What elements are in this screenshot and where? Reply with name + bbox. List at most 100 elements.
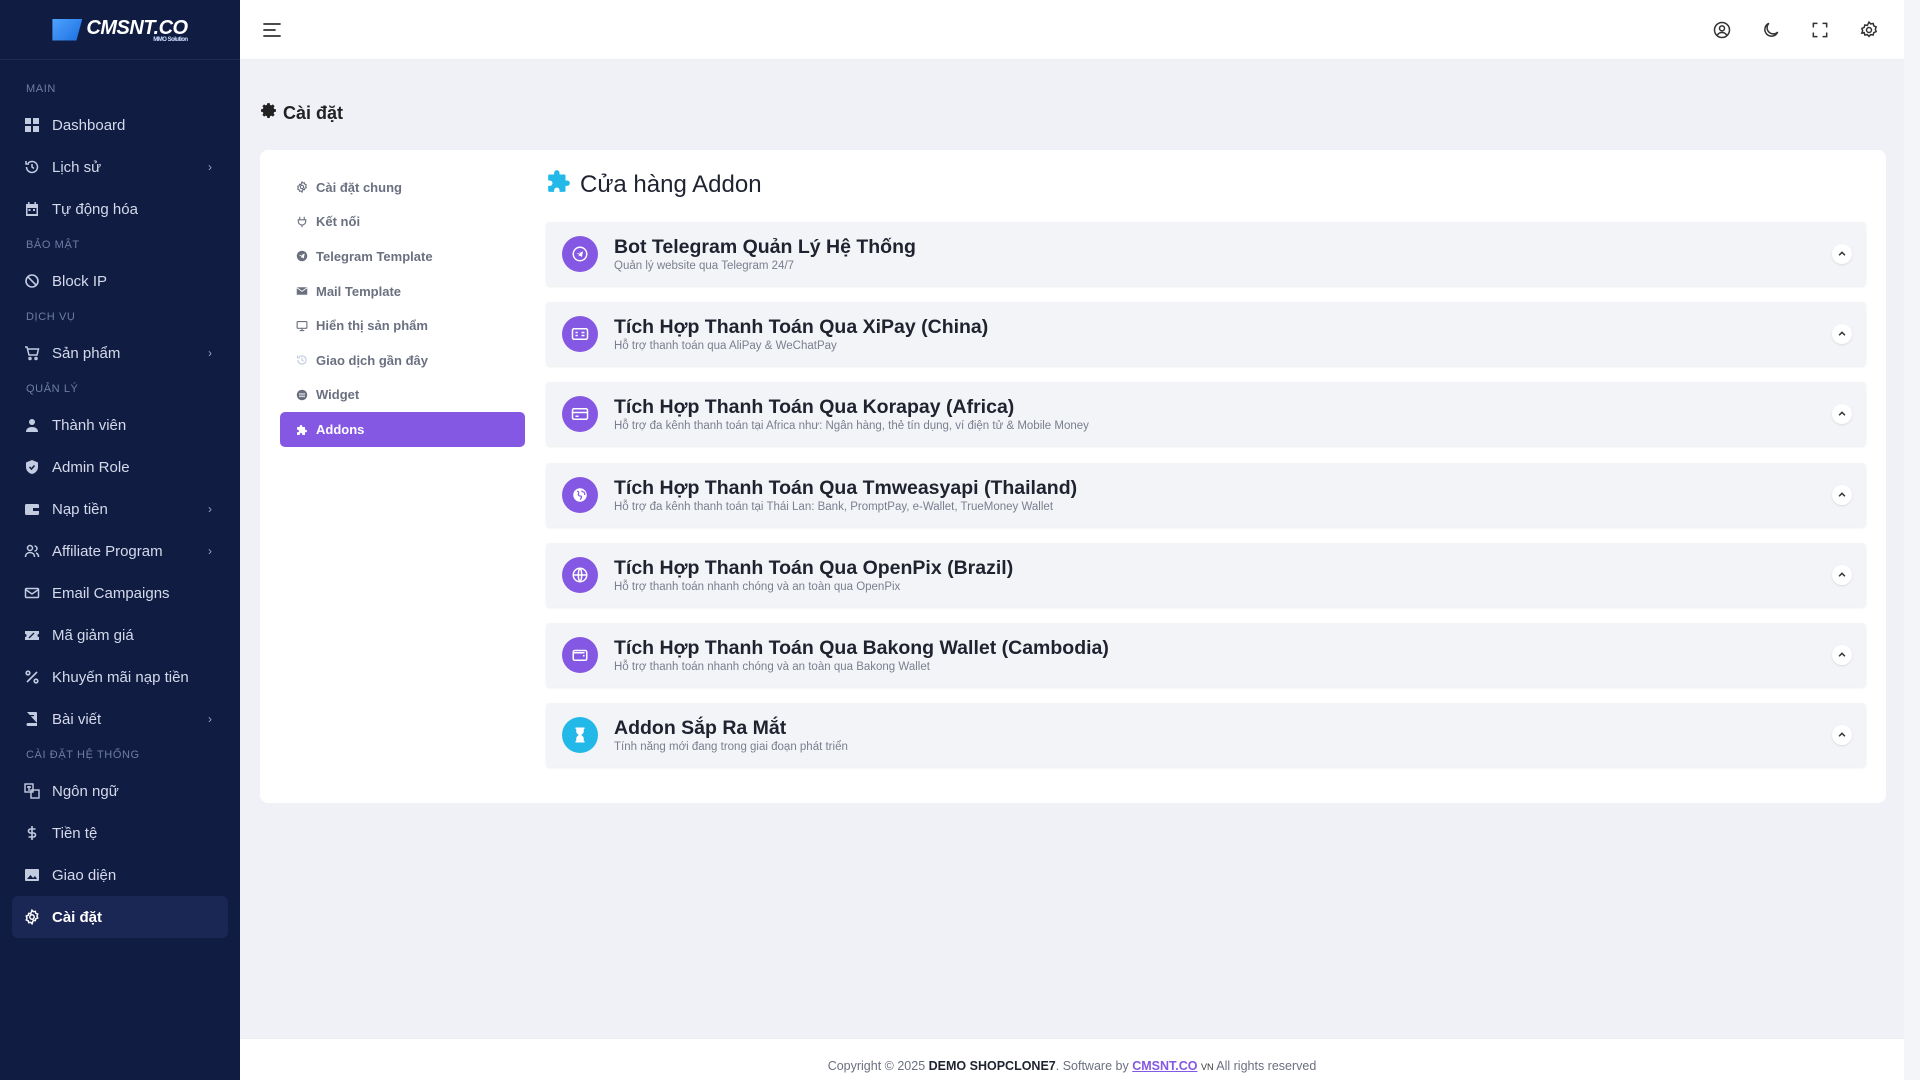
addon-item[interactable]: Tích Hợp Thanh Toán Qua Tmweasyapi (Thai…	[546, 462, 1866, 527]
percent-icon	[24, 669, 40, 685]
card-icon	[562, 396, 598, 433]
ticket-icon	[24, 627, 40, 643]
language-icon	[24, 783, 40, 799]
addon-item[interactable]: Tích Hợp Thanh Toán Qua OpenPix (Brazil)…	[546, 542, 1866, 607]
addon-title: Tích Hợp Thanh Toán Qua XiPay (China)	[614, 316, 989, 339]
settings-tab-mail-template[interactable]: Mail Template	[280, 274, 525, 309]
page-title: Cài đặt	[260, 102, 343, 124]
sidebar-item-label: Admin Role	[52, 458, 130, 476]
menu-toggle-icon[interactable]	[262, 20, 282, 40]
telegram-icon	[296, 250, 308, 262]
sidebar-item-cai-dat[interactable]: Cài đặt	[12, 896, 228, 938]
chevron-up-icon[interactable]	[1832, 484, 1852, 505]
plug-icon	[296, 216, 308, 228]
cart-icon	[24, 345, 40, 361]
sidebar-item-san-pham[interactable]: Sản phẩm ›	[0, 332, 240, 374]
sidebar-item-label: Sản phẩm	[52, 344, 121, 362]
user-circle-icon[interactable]	[1710, 18, 1733, 41]
addon-text: Tích Hợp Thanh Toán Qua XiPay (China) Hỗ …	[614, 316, 988, 352]
nav-section-cai-dat-he-thong: CÀI ĐẶT HỆ THỐNG	[26, 749, 140, 761]
settings-tab-giao-dich-gan-day[interactable]: Giao dịch gần đây	[280, 343, 525, 378]
sidebar-item-label: Affiliate Program	[52, 542, 163, 560]
settings-subnav: Cài đặt chung Kết nối Telegram Template Mai…	[280, 170, 525, 448]
settings-tab-telegram-template[interactable]: Telegram Template	[280, 239, 525, 274]
sidebar-item-tu-dong-hoa[interactable]: Tự động hóa	[0, 188, 240, 230]
addon-text: Addon Sắp Ra Mắt Tính năng mới đang trong…	[614, 717, 848, 753]
addon-item[interactable]: Addon Sắp Ra Mắt Tính năng mới đang trong…	[546, 703, 1866, 768]
grid-icon	[24, 117, 40, 133]
chevron-up-icon[interactable]	[1832, 244, 1852, 264]
ban-icon	[24, 273, 40, 289]
chevron-up-icon[interactable]	[1832, 564, 1852, 585]
gear-icon	[260, 102, 277, 124]
dark-mode-icon[interactable]	[1759, 18, 1782, 41]
addon-title: Addon Sắp Ra Mắt	[614, 717, 787, 740]
chevron-right-icon: ›	[208, 502, 212, 516]
sidebar-item-label: Thành viên	[52, 416, 127, 434]
addon-description: Hỗ trợ đa kênh thanh toán tại Africa như…	[614, 420, 1089, 433]
sidebar-item-nap-tien[interactable]: Nạp tiền ›	[0, 488, 240, 530]
addon-item[interactable]: Tích Hợp Thanh Toán Qua Bakong Wallet (C…	[546, 622, 1866, 687]
sidebar-item-tien-te[interactable]: Tiền tệ	[0, 812, 240, 854]
settings-tab-label: Addons	[316, 422, 365, 438]
addon-title: Tích Hợp Thanh Toán Qua Tmweasyapi (Thai…	[614, 476, 1078, 499]
addon-text: Tích Hợp Thanh Toán Qua Bakong Wallet (C…	[614, 637, 1109, 673]
sidebar-item-admin-role[interactable]: Admin Role	[0, 446, 240, 488]
addon-description: Hỗ trợ đa kênh thanh toán tại Thái Lan: …	[614, 500, 1054, 513]
page-scrollbar[interactable]	[1904, 0, 1920, 1080]
chevron-up-icon[interactable]	[1832, 725, 1852, 746]
footer: Copyright © 2025 DEMO SHOPCLONE7. Softwa…	[240, 1038, 1904, 1080]
sidebar-item-label: Dashboard	[52, 116, 126, 134]
addon-title: Bot Telegram Quản Lý Hệ Thống	[614, 236, 916, 258]
addon-store-heading: Cửa hàng Addon	[546, 168, 762, 201]
settings-gear-icon[interactable]	[1857, 18, 1880, 41]
addon-description: Quản lý website qua Telegram 24/7	[614, 260, 795, 272]
sidebar-item-label: Nạp tiền	[52, 500, 108, 518]
nav-section-dich-vu: DỊCH VỤ	[26, 311, 76, 323]
settings-tab-widget[interactable]: Widget	[280, 378, 525, 413]
brand-name: CMSNT.CO	[86, 16, 188, 39]
brand[interactable]: CMSNT.CO MMO Solution	[0, 0, 240, 60]
settings-tab-addons[interactable]: Addons	[280, 412, 525, 448]
addon-text: Bot Telegram Quản Lý Hệ Thống Quản lý web…	[614, 236, 916, 272]
settings-tab-cai-dat-chung[interactable]: Cài đặt chung	[280, 170, 525, 205]
brand-logo: CMSNT.CO MMO Solution	[52, 16, 188, 43]
sidebar-item-ngon-ngu[interactable]: Ngôn ngữ	[0, 770, 240, 812]
settings-tab-label: Mail Template	[316, 283, 402, 299]
sidebar-item-ma-giam-gia[interactable]: Mã giảm giá	[0, 614, 240, 656]
sidebar-item-thanh-vien[interactable]: Thành viên	[0, 404, 240, 446]
calendar-icon	[24, 201, 40, 217]
footer-software-by: . Software by	[1055, 1059, 1129, 1073]
sidebar-item-giao-dien[interactable]: Giao diện	[0, 854, 240, 896]
sidebar-item-lich-su[interactable]: Lịch sử ›	[0, 146, 240, 188]
addon-item[interactable]: Tích Hợp Thanh Toán Qua XiPay (China) Hỗ …	[546, 302, 1866, 367]
settings-card: Cài đặt chung Kết nối Telegram Template Mai…	[260, 150, 1886, 803]
addon-description: Hỗ trợ thanh toán qua AliPay & WeChatPay	[614, 340, 837, 353]
monitor-icon	[296, 320, 308, 332]
shield-icon	[24, 459, 40, 475]
header-actions	[1710, 18, 1880, 41]
settings-tab-hien-thi-san-pham[interactable]: Hiển thị sản phẩm	[280, 308, 525, 343]
sidebar-item-affiliate-program[interactable]: Affiliate Program ›	[0, 530, 240, 572]
footer-site-name: DEMO SHOPCLONE7	[928, 1059, 1056, 1073]
settings-tab-ket-noi[interactable]: Kết nối	[280, 205, 525, 240]
addon-item[interactable]: Bot Telegram Quản Lý Hệ Thống Quản lý web…	[546, 222, 1866, 286]
sidebar-item-label: Tự động hóa	[52, 200, 138, 218]
gear-icon	[296, 181, 308, 194]
sidebar-item-khuyen-mai-nap-tien[interactable]: Khuyến mãi nạp tiền	[0, 656, 240, 698]
footer-country: VN	[1200, 1062, 1214, 1072]
sidebar-item-dashboard[interactable]: Dashboard	[0, 104, 240, 146]
footer-vendor-link[interactable]: CMSNT.CO	[1132, 1059, 1197, 1073]
chevron-up-icon[interactable]	[1832, 644, 1852, 665]
chevron-up-icon[interactable]	[1832, 404, 1852, 425]
sidebar-item-bai-viet[interactable]: Bài viết ›	[0, 698, 240, 740]
chevron-right-icon: ›	[208, 544, 212, 558]
hourglass-icon	[562, 717, 598, 754]
sidebar-item-email-campaigns[interactable]: Email Campaigns	[0, 572, 240, 614]
globe-icon	[562, 556, 598, 593]
fullscreen-icon[interactable]	[1808, 18, 1831, 41]
sidebar-item-block-ip[interactable]: Block IP	[0, 260, 240, 302]
addon-text: Tích Hợp Thanh Toán Qua Tmweasyapi (Thai…	[614, 477, 1077, 513]
chevron-up-icon[interactable]	[1832, 324, 1852, 345]
addon-item[interactable]: Tích Hợp Thanh Toán Qua Korapay (Africa)…	[546, 382, 1866, 447]
